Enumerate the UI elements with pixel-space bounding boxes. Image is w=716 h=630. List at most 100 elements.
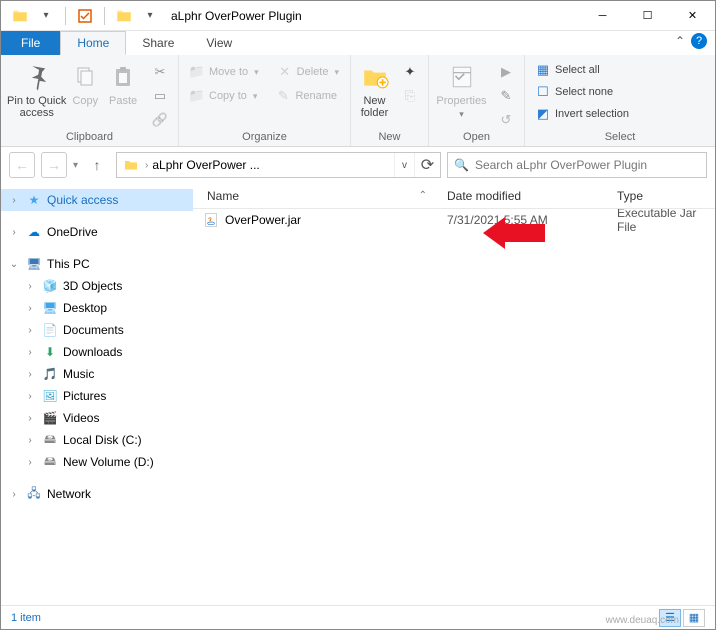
nav-3d-objects[interactable]: ›🧊3D Objects xyxy=(1,275,193,297)
annotation-arrow xyxy=(483,217,545,249)
nav-network[interactable]: › 🖧 Network xyxy=(1,483,193,505)
qat-overflow-icon[interactable]: ▾ xyxy=(139,5,161,27)
chevron-right-icon[interactable]: › xyxy=(23,281,37,292)
nav-videos[interactable]: ›🎬Videos xyxy=(1,407,193,429)
view-tab[interactable]: View xyxy=(190,31,248,55)
invert-selection-button[interactable]: ◩Invert selection xyxy=(531,103,633,125)
titlebar: ▾ ▾ aLphr OverPower Plugin ─ ☐ ✕ xyxy=(1,1,715,31)
documents-icon: 📄 xyxy=(41,323,59,337)
open-icon: ▶ xyxy=(498,64,514,80)
home-tab[interactable]: Home xyxy=(60,31,126,55)
up-button[interactable]: ↑ xyxy=(84,152,110,178)
cloud-icon: ☁ xyxy=(25,225,43,239)
chevron-right-icon[interactable]: › xyxy=(23,325,37,336)
folder-icon xyxy=(117,157,145,173)
group-label: Select xyxy=(525,131,715,146)
new-folder-button[interactable]: New folder xyxy=(357,59,392,119)
qat-dropdown-icon[interactable]: ▾ xyxy=(35,5,57,27)
properties-button[interactable]: Properties ▾ xyxy=(435,59,488,120)
paste-shortcut-button[interactable]: 🔗 xyxy=(148,109,172,131)
close-button[interactable]: ✕ xyxy=(670,1,715,31)
minimize-button[interactable]: ─ xyxy=(580,1,625,31)
group-clipboard: Pin to Quick access Copy Paste ✂ ▭ 🔗 Cli… xyxy=(1,55,179,146)
chevron-right-icon[interactable]: › xyxy=(7,227,21,238)
group-label: Clipboard xyxy=(1,131,178,146)
file-name: OverPower.jar xyxy=(225,213,301,227)
address-dropdown-icon[interactable]: v xyxy=(394,153,414,177)
nav-new-volume-d[interactable]: ›🖴New Volume (D:) xyxy=(1,451,193,473)
open-button[interactable]: ▶ xyxy=(494,61,518,83)
properties-label: Properties xyxy=(436,95,486,107)
column-name[interactable]: Name ⌃ xyxy=(193,189,437,203)
nav-this-pc[interactable]: ⌄ 🖥 This PC xyxy=(1,253,193,275)
properties-icon xyxy=(446,61,478,93)
copy-to-button[interactable]: 📁Copy to▾ xyxy=(185,85,261,107)
chevron-right-icon[interactable]: › xyxy=(23,435,37,446)
group-label: Organize xyxy=(179,131,350,146)
explorer-body: › ★ Quick access › ☁ OneDrive ⌄ 🖥 This P… xyxy=(1,183,715,605)
chevron-right-icon[interactable]: › xyxy=(23,391,37,402)
collapse-ribbon-icon[interactable]: ⌃ xyxy=(675,34,685,48)
refresh-button[interactable]: ⟳ xyxy=(414,153,440,177)
chevron-right-icon[interactable]: › xyxy=(23,369,37,380)
cut-icon: ✂ xyxy=(152,64,168,80)
search-placeholder: Search aLphr OverPower Plugin xyxy=(475,158,647,172)
star-icon: ★ xyxy=(25,193,43,207)
copy-button[interactable]: Copy xyxy=(66,59,104,107)
share-tab[interactable]: Share xyxy=(126,31,190,55)
maximize-button[interactable]: ☐ xyxy=(625,1,670,31)
recent-locations-button[interactable]: ▾ xyxy=(73,160,78,171)
cut-button[interactable]: ✂ xyxy=(148,61,172,83)
easy-access-button[interactable]: ⎘ xyxy=(398,85,422,107)
help-icon[interactable]: ? xyxy=(691,33,707,49)
back-button[interactable]: ← xyxy=(9,152,35,178)
cube-icon: 🧊 xyxy=(41,279,59,293)
edit-button[interactable]: ✎ xyxy=(494,85,518,107)
search-input[interactable]: 🔍 Search aLphr OverPower Plugin xyxy=(447,152,707,178)
edit-icon: ✎ xyxy=(498,88,514,104)
chevron-right-icon[interactable]: › xyxy=(23,457,37,468)
group-label: New xyxy=(351,131,428,146)
breadcrumb[interactable]: aLphr OverPower ... xyxy=(148,153,267,177)
chevron-right-icon[interactable]: › xyxy=(23,413,37,424)
chevron-right-icon[interactable]: › xyxy=(7,489,21,500)
column-headers: Name ⌃ Date modified Type xyxy=(193,183,715,209)
rename-button[interactable]: ✎Rename xyxy=(271,85,341,107)
pin-to-quick-access-button[interactable]: Pin to Quick access xyxy=(7,59,66,119)
nav-pictures[interactable]: ›🖼Pictures xyxy=(1,385,193,407)
select-none-button[interactable]: ☐Select none xyxy=(531,81,617,103)
drive-icon: 🖴 xyxy=(41,430,59,451)
rename-icon: ✎ xyxy=(275,88,291,104)
nav-downloads[interactable]: ›⬇Downloads xyxy=(1,341,193,363)
thumbnails-view-button[interactable]: ▦ xyxy=(683,609,705,627)
properties-checkbox-icon[interactable] xyxy=(74,5,96,27)
nav-quick-access[interactable]: › ★ Quick access xyxy=(1,189,193,211)
address-bar[interactable]: › aLphr OverPower ... v ⟳ xyxy=(116,152,441,178)
nav-local-disk-c[interactable]: ›🖴Local Disk (C:) xyxy=(1,429,193,451)
copy-label: Copy xyxy=(72,95,98,107)
nav-onedrive[interactable]: › ☁ OneDrive xyxy=(1,221,193,243)
delete-icon: ✕ xyxy=(277,64,293,80)
history-button[interactable]: ↺ xyxy=(494,109,518,131)
delete-button[interactable]: ✕Delete▾ xyxy=(273,61,343,83)
chevron-right-icon[interactable]: › xyxy=(23,303,37,314)
chevron-right-icon[interactable]: › xyxy=(7,195,21,206)
forward-button[interactable]: → xyxy=(41,152,67,178)
new-item-button[interactable]: ✦ xyxy=(398,61,422,83)
chevron-right-icon[interactable]: › xyxy=(23,347,37,358)
nav-documents[interactable]: ›📄Documents xyxy=(1,319,193,341)
new-folder-label: New folder xyxy=(361,95,389,119)
quick-access-toolbar: ▾ ▾ xyxy=(1,5,161,27)
file-tab[interactable]: File xyxy=(1,31,60,55)
select-all-button[interactable]: ▦Select all xyxy=(531,59,604,81)
column-date[interactable]: Date modified xyxy=(437,189,607,203)
nav-desktop[interactable]: ›🖥Desktop xyxy=(1,297,193,319)
chevron-down-icon[interactable]: ⌄ xyxy=(7,259,21,270)
column-type[interactable]: Type xyxy=(607,189,715,203)
nav-music[interactable]: ›🎵Music xyxy=(1,363,193,385)
file-row[interactable]: OverPower.jar 7/31/2021 5:55 AM Executab… xyxy=(193,209,715,231)
paste-button[interactable]: Paste xyxy=(104,59,142,107)
move-to-button[interactable]: 📁Move to▾ xyxy=(185,61,263,83)
group-label: Open xyxy=(429,131,524,146)
copy-path-button[interactable]: ▭ xyxy=(148,85,172,107)
